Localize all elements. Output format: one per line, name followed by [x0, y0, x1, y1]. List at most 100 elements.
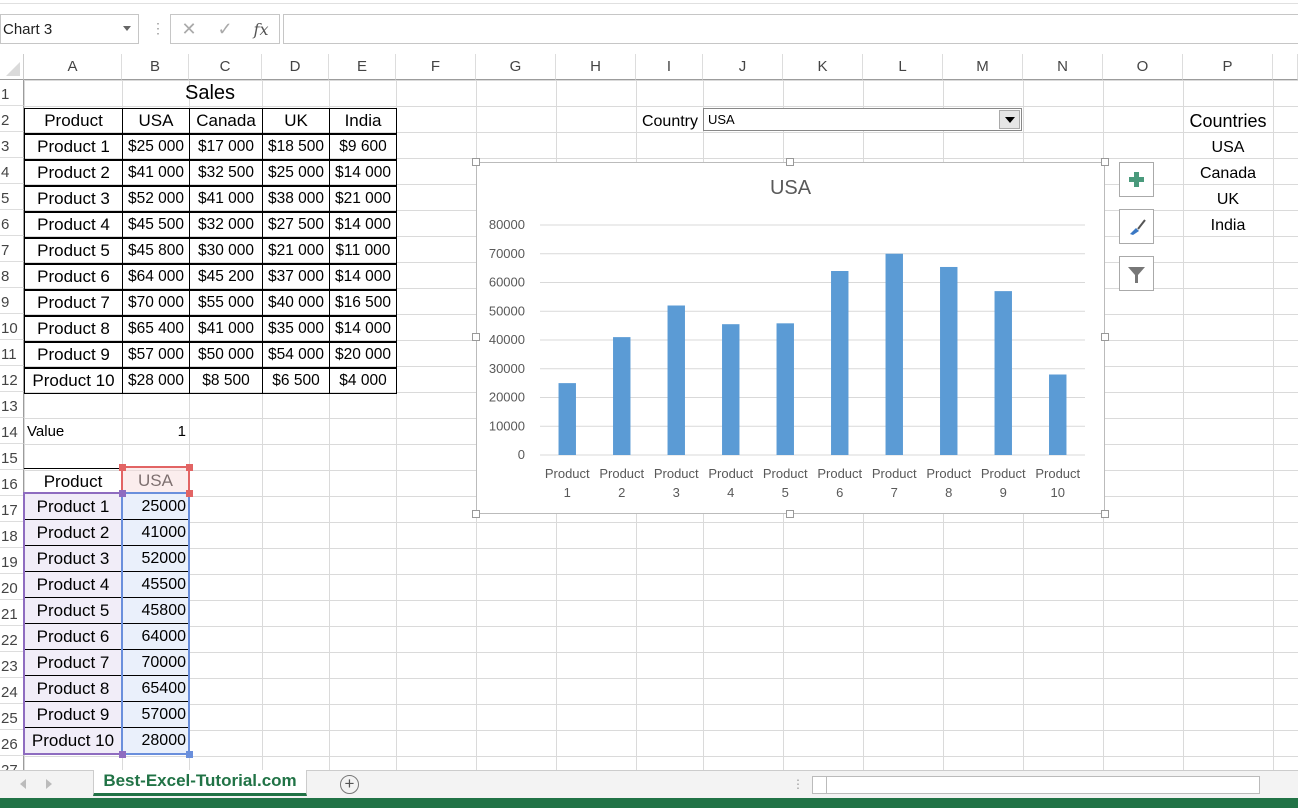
bar-8[interactable] — [940, 266, 958, 455]
sales-value-cell[interactable]: $20 000 — [329, 342, 397, 368]
sales-value-cell[interactable]: $52 000 — [122, 186, 190, 212]
sales-product-cell[interactable]: Product 8 — [24, 316, 123, 342]
column-header-partial[interactable] — [1273, 54, 1298, 80]
dropdown-arrow-icon[interactable] — [999, 110, 1020, 129]
sales-value-cell[interactable]: $17 000 — [189, 134, 263, 160]
sales-product-cell[interactable]: Product 6 — [24, 264, 123, 290]
value-label[interactable]: Value — [27, 419, 122, 445]
sales-value-cell[interactable]: $64 000 — [122, 264, 190, 290]
sales-value-cell[interactable]: $65 400 — [122, 316, 190, 342]
sales-product-cell[interactable]: Product 4 — [24, 212, 123, 238]
sales-product-cell[interactable]: Product 7 — [24, 290, 123, 316]
sales-value-cell[interactable]: $14 000 — [329, 316, 397, 342]
sales-value-cell[interactable]: $50 000 — [189, 342, 263, 368]
row-header-10[interactable]: 10 — [0, 314, 24, 340]
sales-value-cell[interactable]: $45 500 — [122, 212, 190, 238]
cancel-icon[interactable]: ✕ — [171, 19, 207, 40]
column-header-b[interactable]: B — [122, 54, 189, 80]
sales-product-cell[interactable]: Product 9 — [24, 342, 123, 368]
row-header-7[interactable]: 7 — [0, 236, 24, 262]
chart-resize-handle[interactable] — [1101, 510, 1109, 518]
row-header-9[interactable]: 9 — [0, 288, 24, 314]
add-sheet-icon[interactable]: + — [340, 775, 359, 794]
bar-3[interactable] — [667, 305, 685, 456]
country-dropdown[interactable]: USA — [703, 108, 1022, 131]
sales-value-cell[interactable]: $18 500 — [262, 134, 330, 160]
sales-value-cell[interactable]: $4 000 — [329, 368, 397, 394]
sales-product-cell[interactable]: Product 5 — [24, 238, 123, 264]
row-header-20[interactable]: 20 — [0, 574, 24, 600]
sales-value-cell[interactable]: $45 200 — [189, 264, 263, 290]
chart-resize-handle[interactable] — [472, 510, 480, 518]
bar-7[interactable] — [885, 253, 903, 455]
row-header-17[interactable]: 17 — [0, 496, 24, 522]
prev-sheet-icon[interactable] — [20, 779, 26, 789]
countries-header[interactable]: Countries — [1183, 108, 1273, 134]
chart-filters-button[interactable] — [1119, 256, 1154, 291]
row-header-8[interactable]: 8 — [0, 262, 24, 288]
row-header-19[interactable]: 19 — [0, 548, 24, 574]
next-sheet-icon[interactable] — [46, 779, 52, 789]
sales-value-cell[interactable]: $55 000 — [189, 290, 263, 316]
sales-value-cell[interactable]: $6 500 — [262, 368, 330, 394]
sales-product-cell[interactable]: Product 2 — [24, 160, 123, 186]
bar-6[interactable] — [831, 271, 849, 455]
row-header-24[interactable]: 24 — [0, 678, 24, 704]
horizontal-scrollbar[interactable] — [812, 776, 1260, 794]
sales-header-product[interactable]: Product — [24, 108, 123, 134]
splitter-icon[interactable]: ⋮ — [792, 777, 804, 791]
bar-9[interactable] — [994, 291, 1012, 455]
sales-product-cell[interactable]: Product 10 — [24, 368, 123, 394]
column-header-c[interactable]: C — [189, 54, 262, 80]
sales-value-cell[interactable]: $27 500 — [262, 212, 330, 238]
sales-value-cell[interactable]: $70 000 — [122, 290, 190, 316]
row-header-13[interactable]: 13 — [0, 392, 24, 418]
sales-value-cell[interactable]: $9 600 — [329, 134, 397, 160]
range-handle[interactable] — [119, 490, 126, 497]
bar-10[interactable] — [1049, 374, 1067, 456]
enter-icon[interactable]: ✓ — [207, 19, 243, 40]
chevron-down-icon[interactable] — [123, 26, 131, 31]
sales-value-cell[interactable]: $32 500 — [189, 160, 263, 186]
column-header-a[interactable]: A — [24, 54, 122, 80]
sales-value-cell[interactable]: $21 000 — [262, 238, 330, 264]
country-list-item[interactable]: UK — [1183, 187, 1273, 213]
insert-function-icon[interactable]: fx — [243, 20, 279, 39]
chart[interactable]: USA 0 10000 20000 30000 40000 50000 60000 70000… — [476, 162, 1105, 514]
chart-styles-button[interactable] — [1119, 209, 1154, 244]
select-all-button[interactable] — [0, 54, 24, 80]
column-header-d[interactable]: D — [262, 54, 329, 80]
sheet-tab-active[interactable]: Best-Excel-Tutorial.com — [93, 770, 307, 796]
sales-value-cell[interactable]: $57 000 — [122, 342, 190, 368]
chart-plot[interactable]: 0 10000 20000 30000 40000 50000 60000 70000 8000… — [477, 163, 1104, 513]
chart-resize-handle[interactable] — [786, 158, 794, 166]
range-handle[interactable] — [119, 464, 126, 471]
sales-value-cell[interactable]: $16 500 — [329, 290, 397, 316]
sales-value-cell[interactable]: $54 000 — [262, 342, 330, 368]
country-list-item[interactable]: Canada — [1183, 161, 1273, 187]
scroll-left-icon[interactable] — [813, 777, 827, 793]
country-list-item[interactable]: India — [1183, 213, 1273, 239]
row-header-5[interactable]: 5 — [0, 184, 24, 210]
row-header-26[interactable]: 26 — [0, 730, 24, 756]
bar-4[interactable] — [722, 324, 740, 455]
row-header-15[interactable]: 15 — [0, 444, 24, 470]
sales-value-cell[interactable]: $25 000 — [122, 134, 190, 160]
chart-resize-handle[interactable] — [472, 158, 480, 166]
row-header-14[interactable]: 14 — [0, 418, 24, 444]
sales-value-cell[interactable]: $41 000 — [189, 316, 263, 342]
column-header-k[interactable]: K — [783, 54, 863, 80]
sales-header-uk[interactable]: UK — [262, 108, 330, 134]
sales-title[interactable]: Sales — [24, 80, 396, 106]
chart-resize-handle[interactable] — [1101, 158, 1109, 166]
sales-header-usa[interactable]: USA — [122, 108, 190, 134]
row-header-4[interactable]: 4 — [0, 158, 24, 184]
sales-header-india[interactable]: India — [329, 108, 397, 134]
sales-value-cell[interactable]: $32 000 — [189, 212, 263, 238]
range-handle[interactable] — [186, 464, 193, 471]
sales-value-cell[interactable]: $30 000 — [189, 238, 263, 264]
row-header-2[interactable]: 2 — [0, 106, 24, 132]
row-header-12[interactable]: 12 — [0, 366, 24, 392]
column-header-j[interactable]: J — [703, 54, 783, 80]
sales-value-cell[interactable]: $8 500 — [189, 368, 263, 394]
